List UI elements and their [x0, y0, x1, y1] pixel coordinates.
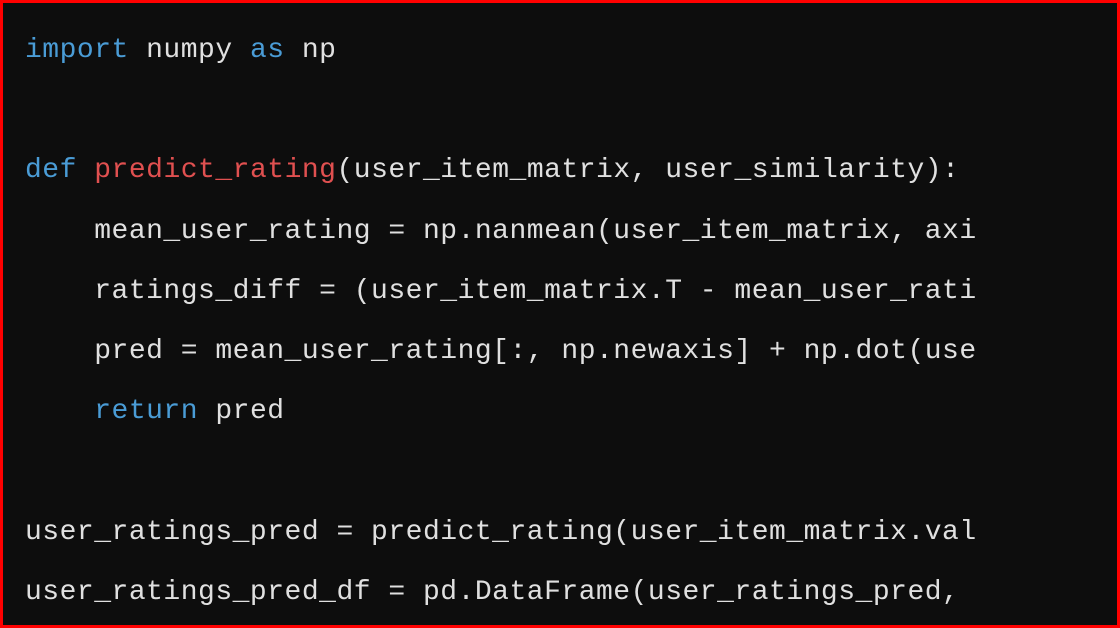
code-line-1: import numpy as np [25, 21, 1095, 81]
code-line-5: ratings_diff = (user_item_matrix.T - mea… [25, 262, 1095, 322]
keyword-def: def [25, 155, 77, 186]
alias-name: np [285, 35, 337, 66]
keyword-import: import [25, 35, 129, 66]
code-editor-view: import numpy as np def predict_rating(us… [0, 0, 1120, 628]
indent [25, 396, 94, 427]
code-line-8 [25, 442, 1095, 502]
code-text: mean_user_rating = np.nanmean(user_item_… [25, 216, 977, 247]
code-line-6: pred = mean_user_rating[:, np.newaxis] +… [25, 322, 1095, 382]
code-text: user_ratings_pred = predict_rating(user_… [25, 517, 977, 548]
function-name: predict_rating [94, 155, 336, 186]
code-line-3: def predict_rating(user_item_matrix, use… [25, 141, 1095, 201]
code-text: pred = mean_user_rating[:, np.newaxis] +… [25, 336, 977, 367]
code-text: user_ratings_pred_df = pd.DataFrame(user… [25, 577, 977, 608]
space [77, 155, 94, 186]
code-line-9: user_ratings_pred = predict_rating(user_… [25, 503, 1095, 563]
keyword-as: as [250, 35, 285, 66]
return-value: pred [198, 396, 285, 427]
code-line-4: mean_user_rating = np.nanmean(user_item_… [25, 202, 1095, 262]
code-line-2 [25, 81, 1095, 141]
code-line-10: user_ratings_pred_df = pd.DataFrame(user… [25, 563, 1095, 623]
keyword-return: return [94, 396, 198, 427]
module-name: numpy [129, 35, 250, 66]
function-params: (user_item_matrix, user_similarity): [336, 155, 959, 186]
code-text: ratings_diff = (user_item_matrix.T - mea… [25, 276, 977, 307]
code-line-7: return pred [25, 382, 1095, 442]
